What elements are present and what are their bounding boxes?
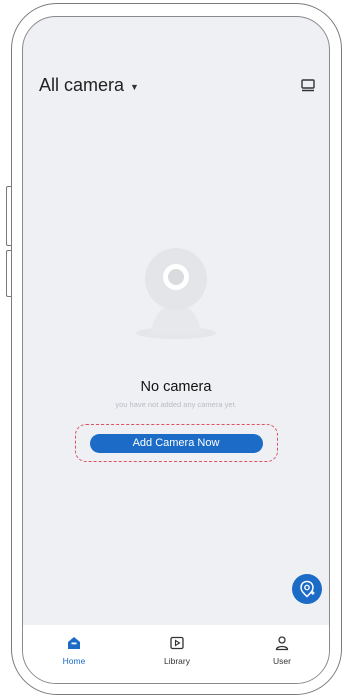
tab-home[interactable]: Home [44,635,104,666]
home-icon [68,637,80,649]
tab-user[interactable]: User [252,635,312,666]
bottom-tab-bar: Home Library User [23,625,329,683]
caret-down-icon: ▼ [130,81,139,92]
monitor-icon[interactable] [299,77,317,95]
add-camera-icon [300,580,315,598]
library-icon [170,636,184,650]
add-camera-fab[interactable] [292,574,322,604]
camera-group-selector[interactable]: All camera ▼ [39,75,139,96]
tab-library[interactable]: Library [147,635,207,666]
page-title: All camera [39,75,125,95]
tab-label-user: User [273,656,291,666]
cta-highlight: Add Camera Now [74,424,278,462]
webcam-icon [136,248,216,339]
empty-title: No camera [140,379,212,395]
volume-up-side-button [6,186,11,246]
volume-down-side-button [6,250,11,297]
header: All camera ▼ [23,75,329,101]
user-icon [275,636,289,651]
app-screen: All camera ▼ No camera you have not adde… [22,16,330,684]
empty-subtitle: you have not added any camera yet. [115,400,237,409]
add-camera-button[interactable]: Add Camera Now [89,433,263,453]
empty-state: No camera you have not added any camera … [23,247,329,462]
tab-label-home: Home [62,656,86,666]
tab-label-library: Library [164,656,190,666]
